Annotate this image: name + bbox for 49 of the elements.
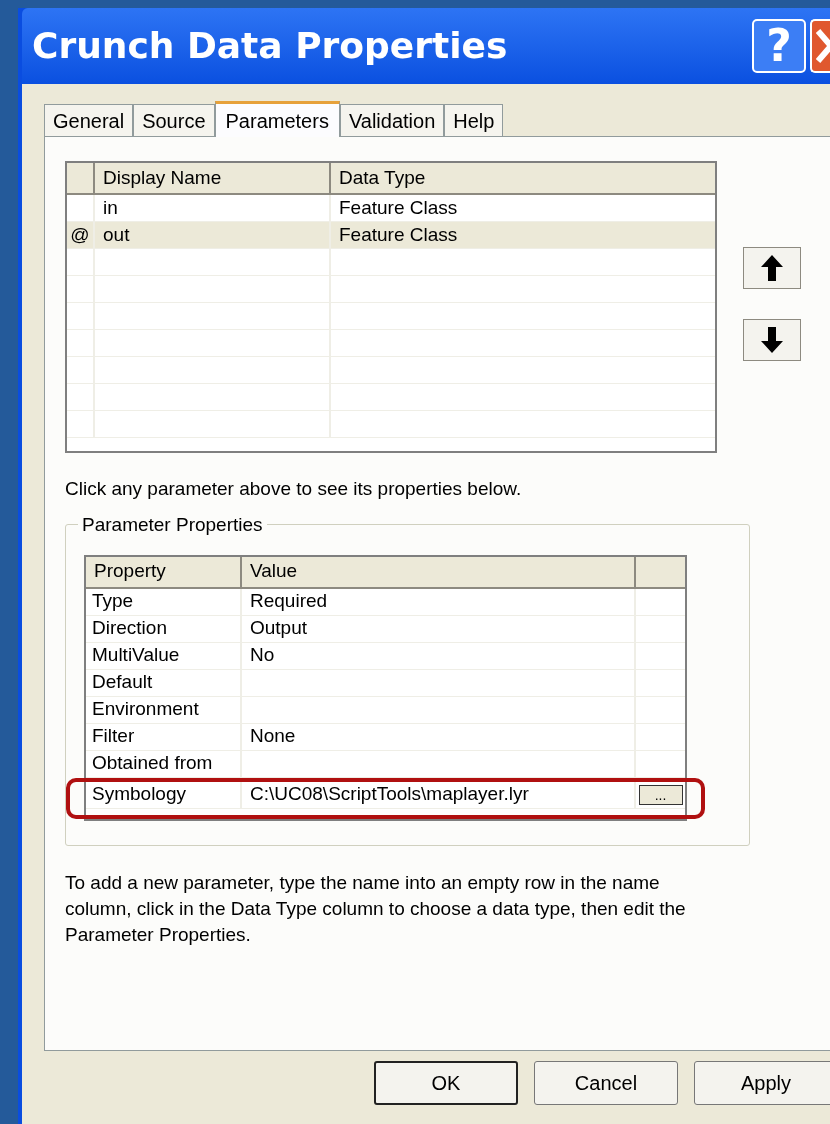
property-name: Symbology (92, 782, 186, 807)
property-row[interactable]: Obtained from (86, 750, 685, 778)
property-row[interactable]: Filter None (86, 723, 685, 751)
property-row[interactable]: MultiValue No (86, 642, 685, 670)
column-header[interactable]: Property (86, 556, 242, 587)
table-cell-text: in (103, 195, 118, 220)
property-name: MultiValue (92, 643, 180, 668)
dialog-button[interactable]: Apply (694, 1061, 830, 1105)
up-arrow-icon (761, 255, 783, 281)
property-name: Obtained from (92, 751, 213, 776)
tab[interactable]: Source (133, 104, 215, 136)
property-row[interactable]: Default (86, 669, 685, 697)
dialog-button[interactable]: OK (374, 1061, 518, 1105)
hint-text: Click any parameter above to see its properties below. (65, 477, 523, 501)
window-title: Crunch Data Properties (32, 24, 508, 68)
property-name: Direction (92, 616, 167, 641)
tab[interactable]: Help (444, 104, 504, 136)
down-arrow-icon (761, 327, 783, 353)
property-name: Default (92, 670, 153, 695)
table-row[interactable]: @ out Feature Class (67, 222, 715, 249)
tab[interactable]: Validation (339, 104, 445, 136)
tab[interactable]: Parameters (214, 101, 340, 137)
column-header[interactable]: Display Name (95, 163, 331, 193)
table-row[interactable]: in Feature Class (67, 195, 715, 222)
property-row[interactable]: Direction Output (86, 615, 685, 643)
column-header[interactable]: Value (242, 556, 636, 587)
property-name: Environment (92, 697, 199, 722)
property-row[interactable]: Type Required (86, 588, 685, 616)
property-value: None (250, 724, 296, 749)
property-name: Filter (92, 724, 135, 749)
property-value: No (250, 643, 275, 668)
instructions-text: To add a new parameter, type the name into an empty row in the name column, click in the Data Type column to choose a data type, then edit the Parameter Properties. (65, 870, 687, 947)
property-row[interactable]: Symbology C:\UC08\ScriptTools\maplayer.lyr ... (86, 781, 685, 809)
property-value: C:\UC08\ScriptTools\maplayer.lyr (250, 782, 529, 807)
row-marker: @ (70, 222, 90, 247)
help-button[interactable]: ? (752, 19, 806, 73)
table-cell-text: Feature Class (339, 222, 458, 247)
table-cell-text: Feature Class (339, 195, 458, 220)
tab[interactable]: General (44, 104, 134, 136)
dialog-button[interactable]: Cancel (534, 1061, 678, 1105)
column-header[interactable]: Data Type (331, 163, 715, 193)
move-up-button[interactable] (743, 247, 801, 289)
property-name: Type (92, 589, 134, 614)
table-cell-text: out (103, 222, 130, 247)
move-down-button[interactable] (743, 319, 801, 361)
property-value: Output (250, 616, 308, 641)
property-value: Required (250, 589, 328, 614)
browse-button[interactable]: ... (638, 784, 683, 805)
property-row[interactable]: Environment (86, 696, 685, 724)
